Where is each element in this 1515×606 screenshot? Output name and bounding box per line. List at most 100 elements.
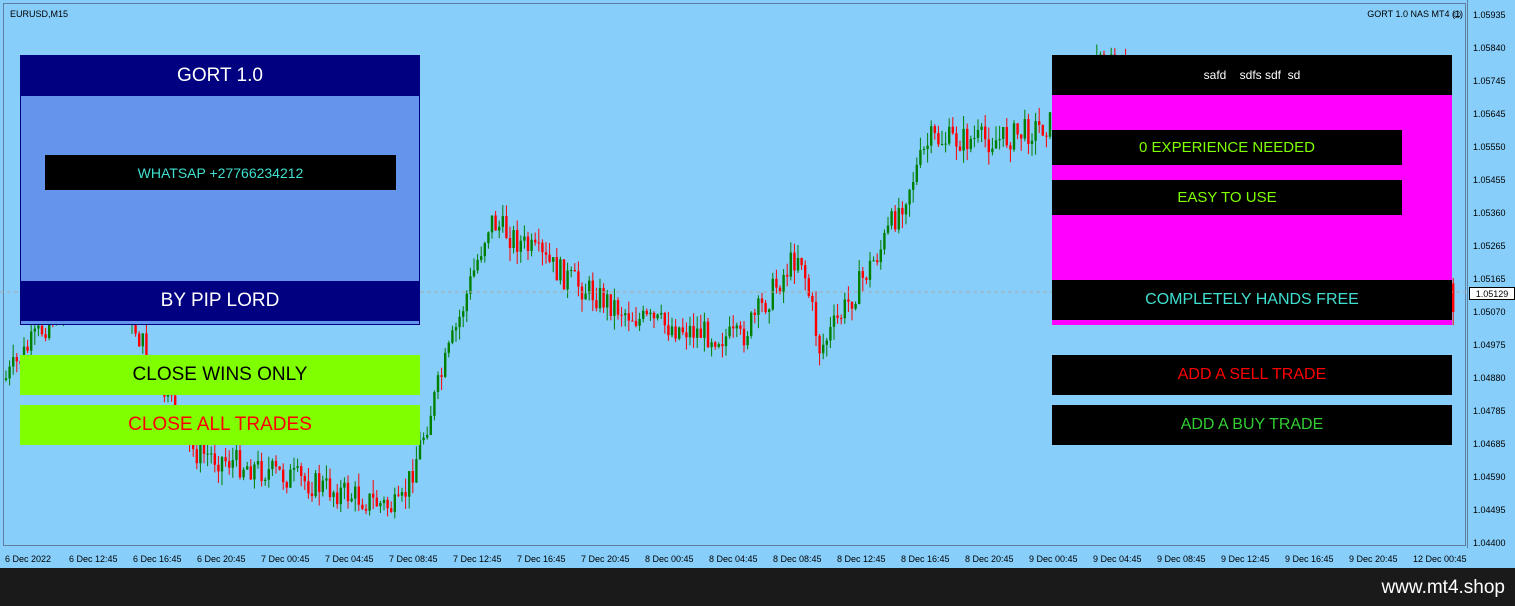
candle-body [786, 274, 789, 277]
candle-body [620, 314, 623, 316]
candle-body [440, 375, 443, 377]
price-tick-label: 1.05165 [1473, 274, 1506, 284]
candle-body [346, 482, 350, 502]
candle-body [436, 375, 440, 393]
time-tick-label: 7 Dec 08:45 [389, 554, 438, 564]
price-tick-label: 1.05455 [1473, 175, 1506, 185]
time-tick-label: 8 Dec 20:45 [965, 554, 1014, 564]
time-tick-label: 12 Dec 00:45 [1413, 554, 1467, 564]
candle-body [30, 331, 33, 351]
candle-body [706, 321, 710, 348]
candle-body [926, 145, 929, 150]
candle-body [318, 473, 321, 493]
candle-body [966, 128, 969, 150]
candle-body [746, 335, 749, 346]
left-panel-footer: BY PIP LORD [21, 281, 419, 321]
current-price-label: 1.05129 [1469, 287, 1515, 300]
candle-body [879, 249, 882, 263]
candle-body [850, 301, 854, 309]
candle-body [498, 226, 501, 231]
candle-body [854, 303, 857, 309]
candle-body [724, 336, 728, 347]
candle-body [1452, 283, 1455, 313]
candle-body [246, 466, 249, 470]
candle-body [40, 325, 44, 335]
candle-body [692, 325, 695, 338]
candle-body [562, 259, 566, 290]
add-sell-button[interactable]: ADD A SELL TRADE [1052, 355, 1452, 395]
candle-body [753, 312, 756, 315]
candle-body [505, 216, 508, 238]
candle-body [764, 302, 767, 313]
candle-body [847, 299, 850, 302]
candle-body [530, 239, 533, 252]
close-all-label: CLOSE ALL TRADES [128, 414, 312, 435]
candle-body [876, 260, 879, 263]
candle-body [577, 271, 580, 287]
candle-body [912, 181, 915, 190]
candle-body [285, 482, 288, 488]
candle-body [861, 271, 864, 278]
candle-body [552, 257, 555, 262]
candle-body [274, 460, 278, 467]
add-buy-button[interactable]: ADD A BUY TRADE [1052, 405, 1452, 445]
candle-body [908, 189, 911, 205]
close-wins-label: CLOSE WINS ONLY [132, 364, 308, 385]
candle-body [382, 499, 386, 504]
price-tick-label: 1.05360 [1473, 208, 1506, 218]
easy-label: EASY TO USE [1177, 189, 1277, 206]
candle-body [789, 252, 792, 277]
candle-body [602, 288, 605, 308]
candle-body [778, 287, 782, 292]
time-tick-label: 7 Dec 04:45 [325, 554, 374, 564]
candle-body [656, 314, 659, 319]
candle-body [519, 240, 522, 252]
candle-body [1023, 119, 1026, 139]
candle-body [624, 313, 627, 316]
price-tick-label: 1.04785 [1473, 406, 1506, 416]
hands-free-label: COMPLETELY HANDS FREE [1145, 291, 1359, 308]
candle-body [591, 280, 594, 301]
time-tick-label: 6 Dec 20:45 [197, 554, 246, 564]
candle-body [634, 320, 638, 326]
price-tick-label: 1.05840 [1473, 43, 1506, 53]
candle-body [606, 294, 609, 308]
candle-body [793, 252, 796, 271]
candle-body [894, 211, 897, 230]
candle-body [235, 450, 238, 461]
candle-body [256, 461, 260, 465]
candle-body [645, 310, 648, 315]
candle-body [321, 480, 324, 493]
candle-body [465, 293, 468, 312]
candle-body [458, 316, 461, 328]
candle-body [652, 312, 656, 319]
experience-label: 0 EXPERIENCE NEEDED [1139, 139, 1315, 156]
candle-body [37, 325, 40, 329]
candle-body [310, 493, 314, 497]
candle-body [343, 482, 346, 488]
candle-body [976, 129, 980, 138]
candle-body [490, 215, 494, 233]
candle-body [404, 492, 407, 497]
candle-body [940, 144, 944, 146]
candle-body [238, 450, 242, 478]
candle-body [264, 479, 267, 481]
whatsapp-contact[interactable]: WHATSAP +27766234212 [45, 155, 396, 190]
candle-body [595, 300, 598, 309]
candle-body [379, 503, 382, 507]
price-tick-label: 1.05645 [1473, 109, 1506, 119]
price-tick-label: 1.04975 [1473, 340, 1506, 350]
candle-body [1002, 127, 1005, 139]
candle-body [480, 256, 483, 260]
close-all-button[interactable]: CLOSE ALL TRADES [20, 405, 420, 445]
price-tick-label: 1.04880 [1473, 373, 1506, 383]
close-wins-button[interactable]: CLOSE WINS ONLY [20, 355, 420, 395]
smiley-icon: ☺ [1451, 7, 1464, 21]
candle-body [980, 126, 983, 130]
candle-body [415, 459, 418, 483]
candle-body [368, 493, 371, 511]
candle-body [685, 332, 688, 338]
candle-body [447, 342, 450, 353]
candle-body [249, 466, 252, 480]
candle-body [829, 326, 832, 341]
